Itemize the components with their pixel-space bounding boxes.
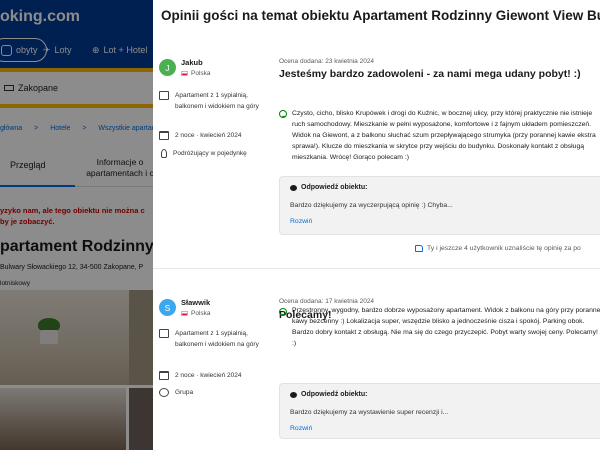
traveler-type: Podróżujący w pojedynkę <box>159 148 263 159</box>
room-type: Apartament z 1 sypialnią, balkonem i wid… <box>159 90 265 112</box>
country-label: Polska <box>191 70 211 77</box>
reply-heading: Odpowiedź obiektu: <box>290 391 368 398</box>
property-reply: Odpowiedź obiektu: Bardzo dziękujemy za … <box>279 383 600 439</box>
room-type-label: Apartament z 1 sypialnią, balkonem i wid… <box>175 92 259 110</box>
avatar: S <box>159 299 176 316</box>
room-type-label: Apartament z 1 sypialnią, balkonem i wid… <box>175 330 259 348</box>
review-date: Ocena dodana: 17 kwietnia 2024 <box>279 298 375 305</box>
speech-bubble-icon <box>290 391 297 398</box>
reply-text: Bardzo dziękujemy za wystawienie super r… <box>290 409 449 416</box>
expand-reply-link[interactable]: Rozwiń <box>290 218 312 225</box>
review-divider <box>153 268 600 269</box>
country-label: Polska <box>191 310 211 317</box>
review-card: J Jakub Polska Apartament z 1 sypialnią,… <box>153 55 600 265</box>
reviewer-country: Polska <box>181 310 211 317</box>
review-text: Przestronny, wygodny, bardzo dobrze wypo… <box>292 307 600 347</box>
helpful-label: Ty i jeszcze 4 użytkownik uznaliście tę … <box>427 245 581 252</box>
reply-heading: Odpowiedź obiektu: <box>290 184 368 191</box>
review-card: S Sławwik Polska Apartament z 1 sypialni… <box>153 295 600 450</box>
stay-label: 2 noce · kwiecień 2024 <box>175 372 242 379</box>
reply-title: Odpowiedź obiektu: <box>301 184 368 191</box>
reviewer-name: Sławwik <box>181 298 211 307</box>
smile-icon <box>279 308 287 316</box>
poland-flag-icon <box>181 311 188 316</box>
review-headline: Jesteśmy bardzo zadowoleni - za nami meg… <box>279 68 581 80</box>
panel-title: Opinii gości na temat obiektu Apartament… <box>161 8 600 23</box>
review-date: Ocena dodana: 23 kwietnia 2024 <box>279 58 375 65</box>
group-icon <box>159 388 169 397</box>
reply-text: Bardzo dziękujemy za wyczerpującą opinię… <box>290 202 453 209</box>
bed-icon <box>159 91 169 100</box>
reviewer-name: Jakub <box>181 58 203 67</box>
reply-title: Odpowiedź obiektu: <box>301 391 368 398</box>
reviewer-country: Polska <box>181 70 211 77</box>
speech-bubble-icon <box>290 184 297 191</box>
traveler-label: Grupa <box>175 389 194 396</box>
review-text: Czysto, cicho, blisko Krupówek i drogi d… <box>292 110 596 161</box>
poland-flag-icon <box>181 71 188 76</box>
property-reply: Odpowiedź obiektu: Bardzo dziękujemy za … <box>279 176 600 235</box>
traveler-label: Podróżujący w pojedynkę <box>173 150 247 157</box>
stay-info: 2 noce · kwiecień 2024 <box>159 370 265 381</box>
expand-reply-link[interactable]: Rozwiń <box>290 425 312 432</box>
thumbs-up-icon <box>415 245 423 252</box>
avatar: J <box>159 59 176 76</box>
reviews-panel: Opinii gości na temat obiektu Apartament… <box>153 0 600 450</box>
helpful-votes[interactable]: Ty i jeszcze 4 użytkownik uznaliście tę … <box>415 245 581 252</box>
calendar-icon <box>159 131 169 140</box>
calendar-icon <box>159 371 169 380</box>
stay-info: 2 noce · kwiecień 2024 <box>159 130 265 141</box>
room-type: Apartament z 1 sypialnią, balkonem i wid… <box>159 328 265 350</box>
stay-label: 2 noce · kwiecień 2024 <box>175 132 242 139</box>
smile-icon <box>279 110 287 118</box>
person-icon <box>161 149 167 158</box>
bed-icon <box>159 329 169 338</box>
traveler-type: Grupa <box>159 387 265 398</box>
